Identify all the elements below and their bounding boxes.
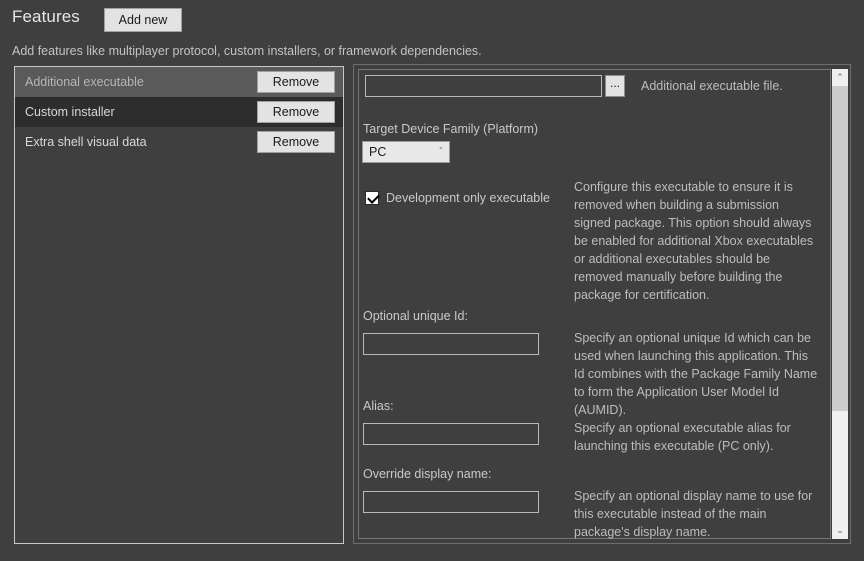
- target-device-family-select[interactable]: PC ˇ: [362, 141, 450, 163]
- list-item[interactable]: Additional executable Remove: [15, 67, 343, 97]
- add-new-button[interactable]: Add new: [104, 8, 182, 32]
- scroll-down-arrow-icon[interactable]: ⌄: [832, 522, 848, 539]
- scrollbar-thumb[interactable]: [832, 86, 848, 411]
- alias-description: Specify an optional executable alias for…: [574, 421, 791, 453]
- override-display-name-input[interactable]: [363, 491, 539, 513]
- ellipsis-icon: ...: [609, 76, 620, 90]
- chevron-down-icon: ⌄: [836, 525, 844, 535]
- optional-unique-id-description: Specify an optional unique Id which can …: [574, 331, 818, 417]
- optional-unique-id-label: Optional unique Id:: [363, 309, 468, 323]
- feature-label: Additional executable: [25, 75, 144, 89]
- list-item[interactable]: Extra shell visual data Remove: [15, 127, 343, 157]
- features-list[interactable]: Additional executable Remove Custom inst…: [14, 66, 344, 544]
- page-header: Features Add new Add features like multi…: [0, 0, 864, 58]
- development-only-description: Configure this executable to ensure it i…: [574, 180, 814, 302]
- executable-file-input[interactable]: [365, 75, 602, 97]
- alias-input[interactable]: [363, 423, 539, 445]
- chevron-down-icon: ˇ: [439, 146, 443, 156]
- feature-label: Custom installer: [25, 105, 115, 119]
- target-device-family-label: Target Device Family (Platform): [363, 122, 539, 136]
- development-only-label: Development only executable: [386, 191, 550, 205]
- override-display-name-label: Override display name:: [363, 467, 492, 481]
- page-title: Features: [12, 7, 80, 26]
- target-device-family-value: PC: [369, 145, 387, 159]
- page-subtitle: Add features like multiplayer protocol, …: [12, 44, 482, 58]
- remove-button[interactable]: Remove: [257, 71, 335, 93]
- development-only-row[interactable]: Development only executable: [365, 191, 550, 205]
- alias-label: Alias:: [363, 399, 394, 413]
- remove-button[interactable]: Remove: [257, 131, 335, 153]
- override-display-name-description: Specify an optional display name to use …: [574, 489, 813, 539]
- optional-unique-id-input[interactable]: [363, 333, 539, 355]
- browse-button[interactable]: ...: [605, 75, 625, 97]
- executable-file-description: Additional executable file.: [641, 79, 783, 93]
- feature-label: Extra shell visual data: [25, 135, 147, 149]
- list-item[interactable]: Custom installer Remove: [15, 97, 343, 127]
- development-only-checkbox[interactable]: [365, 191, 380, 205]
- checkmark-icon: [367, 191, 380, 204]
- remove-button[interactable]: Remove: [257, 101, 335, 123]
- detail-scrollbar[interactable]: ⌃ ⌄: [832, 69, 848, 539]
